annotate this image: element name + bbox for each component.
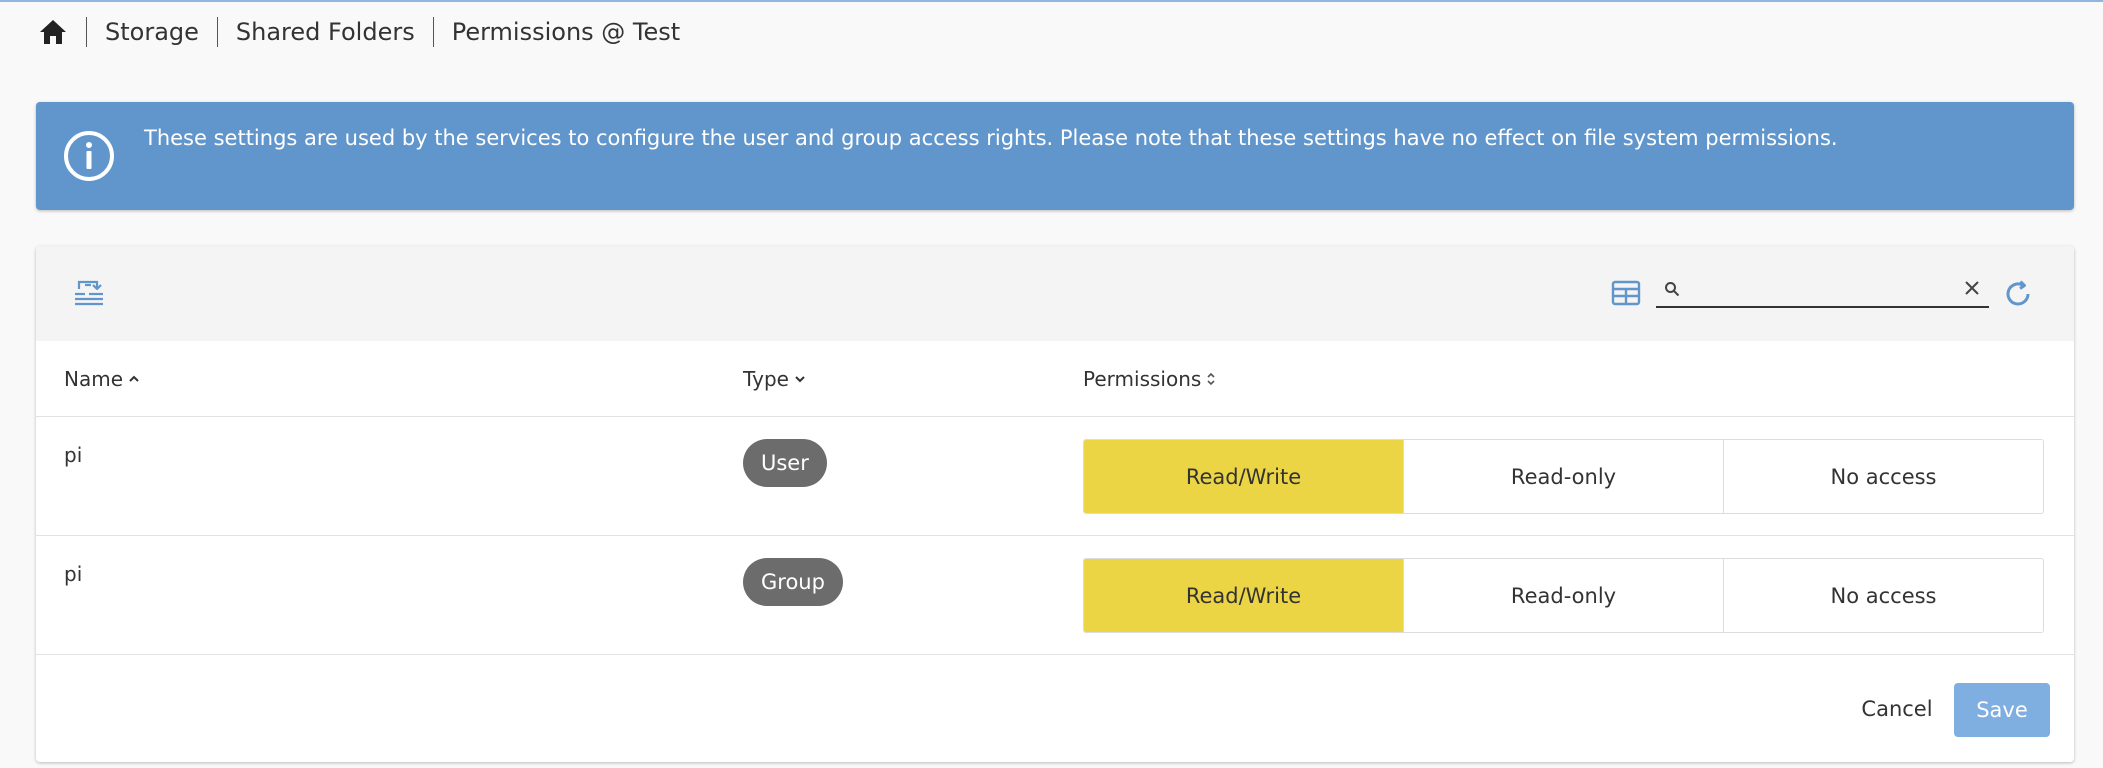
type-badge: Group: [743, 558, 843, 606]
permission-no-access-button[interactable]: No access: [1723, 559, 2043, 632]
info-icon: [63, 130, 115, 182]
close-icon[interactable]: [1964, 280, 1980, 300]
column-header-label: Name: [64, 367, 124, 391]
table-row: pi Group Read/Write Read-only No access: [36, 536, 2074, 655]
permission-toggle-group: Read/Write Read-only No access: [1083, 439, 2044, 514]
row-name: pi: [64, 443, 83, 467]
refresh-icon[interactable]: [2002, 278, 2034, 310]
table-columns-icon[interactable]: [1610, 278, 1642, 308]
search-input[interactable]: [1688, 276, 1956, 304]
permission-read-write-button[interactable]: Read/Write: [1084, 559, 1403, 632]
home-icon[interactable]: [38, 17, 68, 47]
breadcrumb-separator: [432, 17, 434, 47]
info-alert: These settings are used by the services …: [36, 102, 2074, 210]
search-icon: [1664, 281, 1680, 301]
search-field: [1656, 274, 1989, 308]
breadcrumb-storage[interactable]: Storage: [105, 18, 199, 46]
breadcrumb-current-page: Permissions @ Test: [451, 18, 681, 46]
column-header-label: Type: [743, 367, 789, 391]
column-header-permissions[interactable]: Permissions: [1083, 367, 1216, 391]
shared-folder-privileges-icon[interactable]: [72, 278, 106, 310]
permission-read-only-button[interactable]: Read-only: [1403, 559, 1723, 632]
table-toolbar: [36, 246, 2074, 341]
breadcrumb-separator: [86, 17, 87, 47]
breadcrumb-shared-folders[interactable]: Shared Folders: [236, 18, 415, 46]
table-row: pi User Read/Write Read-only No access: [36, 417, 2074, 536]
info-alert-text: These settings are used by the services …: [144, 126, 1838, 150]
top-accent-line: [0, 0, 2103, 2]
permission-toggle-group: Read/Write Read-only No access: [1083, 558, 2044, 633]
breadcrumb-separator: [216, 17, 218, 47]
breadcrumb: Storage Shared Folders Permissions @ Tes…: [38, 14, 680, 50]
row-name: pi: [64, 562, 83, 586]
column-header-name[interactable]: Name: [64, 367, 140, 391]
sort-descending-icon: [794, 375, 806, 383]
column-header-type[interactable]: Type: [743, 367, 806, 391]
permissions-panel: Name Type Permissions pi User Read/Write…: [36, 246, 2074, 762]
permission-read-only-button[interactable]: Read-only: [1403, 440, 1723, 513]
column-header-label: Permissions: [1083, 367, 1202, 391]
save-button[interactable]: Save: [1954, 683, 2050, 737]
sort-unsorted-icon: [1206, 371, 1216, 387]
permission-read-write-button[interactable]: Read/Write: [1084, 440, 1403, 513]
permission-no-access-button[interactable]: No access: [1723, 440, 2043, 513]
sort-ascending-icon: [128, 375, 140, 383]
table-header: Name Type Permissions: [36, 341, 2074, 417]
type-badge: User: [743, 439, 827, 487]
cancel-button[interactable]: Cancel: [1836, 683, 1958, 735]
